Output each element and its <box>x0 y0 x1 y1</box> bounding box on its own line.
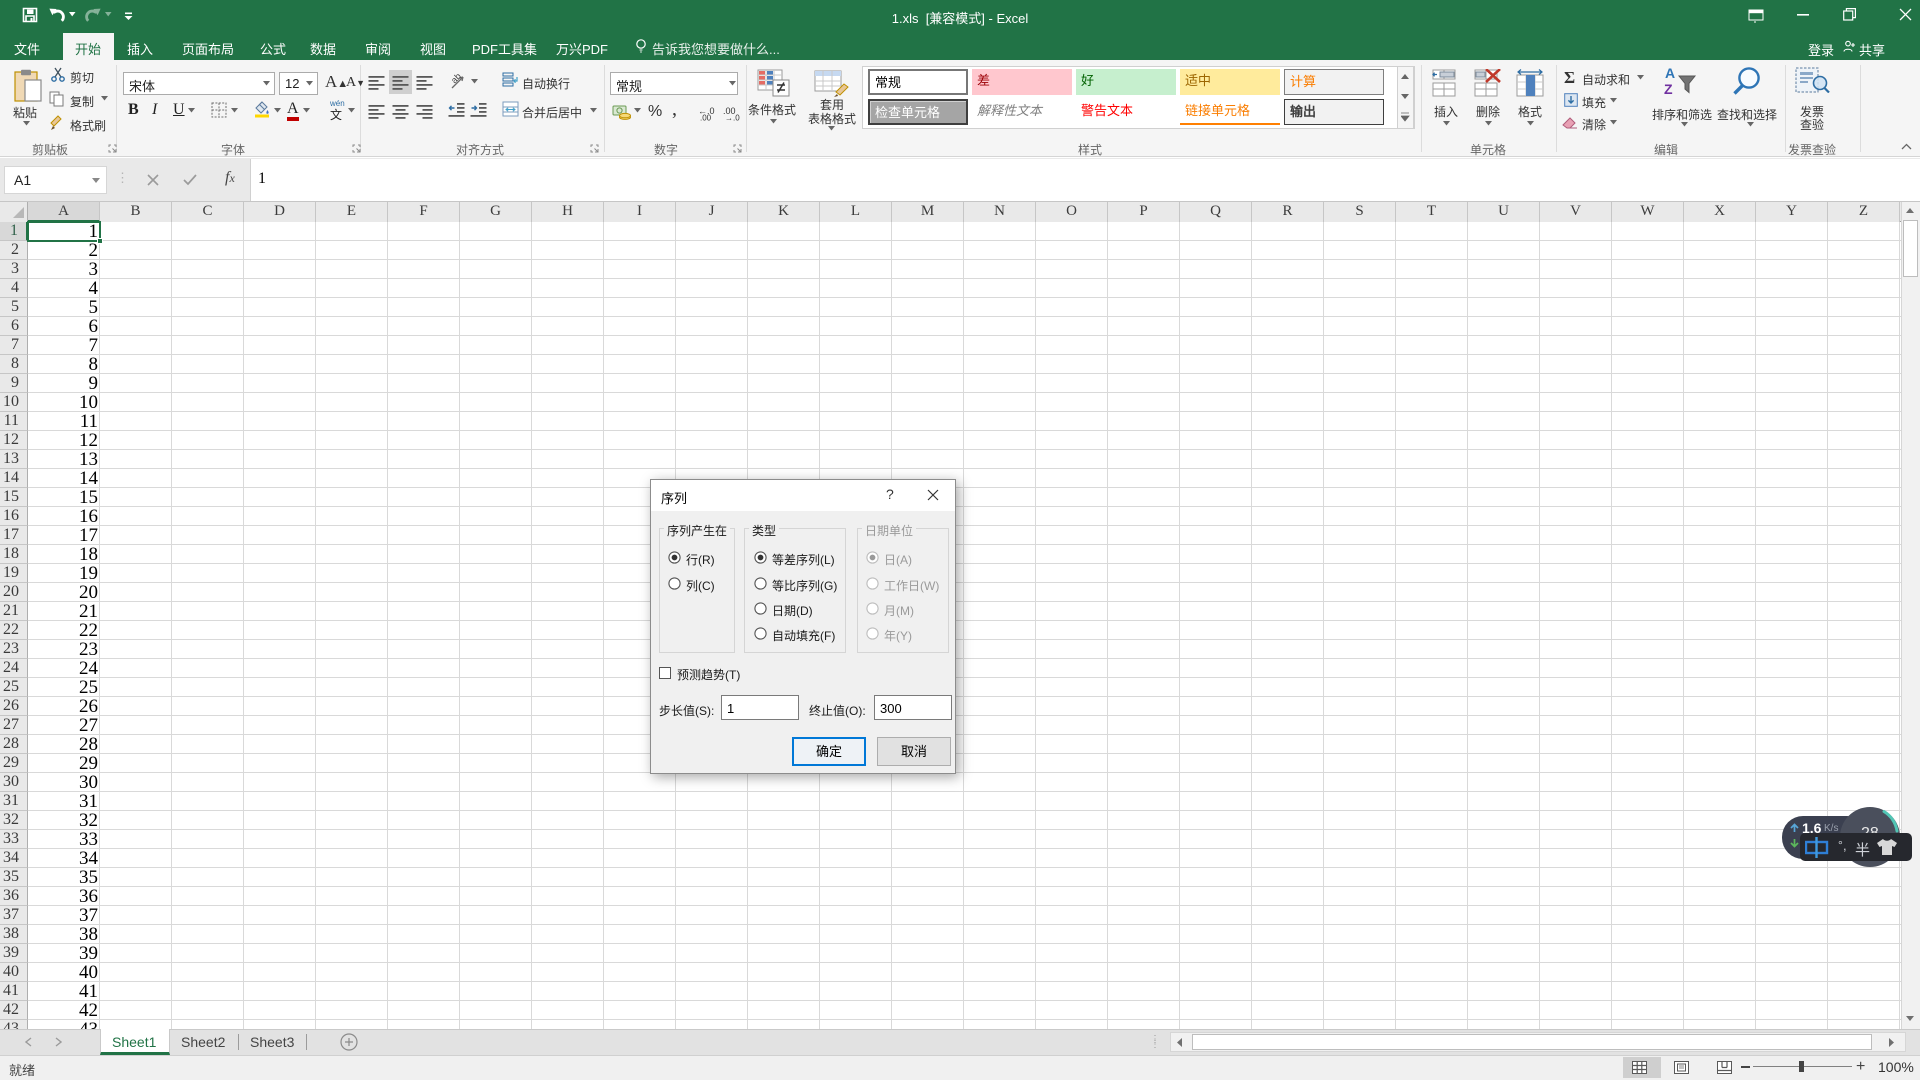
svg-text:→.0: →.0 <box>725 114 740 122</box>
svg-text:.00: .00 <box>700 114 712 122</box>
svg-text:ab: ab <box>450 73 463 85</box>
